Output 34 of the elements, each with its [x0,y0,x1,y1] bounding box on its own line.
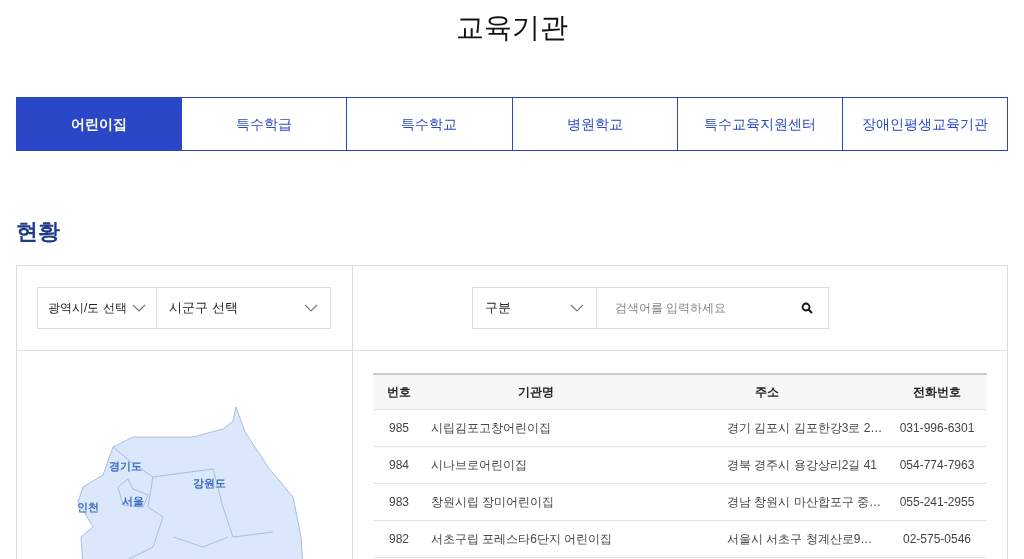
region-select[interactable]: 광역시/도 선택 [37,287,157,329]
table-cell: 경남 창원시 마산합포구 중… [647,483,887,520]
section-title: 현황 [16,218,61,246]
column-header: 기관명 [425,374,647,409]
table-cell: 031-996-6301 [887,409,987,446]
table-cell: 시나브로어린이집 [425,446,647,483]
table-cell: 경북 경주시 용강상리2길 41 [647,446,887,483]
table-cell: 02-575-0546 [887,520,987,557]
table-cell: 경기 김포시 김포한강3로 2… [647,409,887,446]
map-region-label[interactable]: 경기도 [109,460,142,473]
table-cell: 982 [373,520,425,557]
table-cell: 시립김포고창어린이집 [425,409,647,446]
map-region-label[interactable]: 강원도 [193,477,226,490]
chevron-down-icon [569,304,584,312]
table-cell: 054-774-7963 [887,446,987,483]
page-title: 교육기관 [456,11,568,45]
column-header: 번호 [373,374,425,409]
map-region-label[interactable]: 인천 [77,501,99,514]
table-cell: 984 [373,446,425,483]
table-cell: 서초구립 포레스타6단지 어린이집 [425,520,647,557]
table-cell: 985 [373,409,425,446]
search-icon[interactable] [800,302,813,314]
table-cell: 055-241-2955 [887,483,987,520]
column-header: 전화번호 [887,374,987,409]
category-select[interactable]: 구분 [471,287,597,329]
search-field[interactable]: 검색어를 입력하세요 [596,287,829,329]
district-select[interactable]: 시군구 선택 [157,287,331,329]
chevron-down-icon [132,304,146,312]
category-tab[interactable]: 어린이집 [17,98,182,150]
column-header: 주소 [647,374,887,409]
chevron-down-icon [304,304,318,312]
table-cell: 983 [373,483,425,520]
table-cell: 창원시립 장미어린이집 [425,483,647,520]
table-cell: 서울시 서초구 청계산로9… [647,520,887,557]
